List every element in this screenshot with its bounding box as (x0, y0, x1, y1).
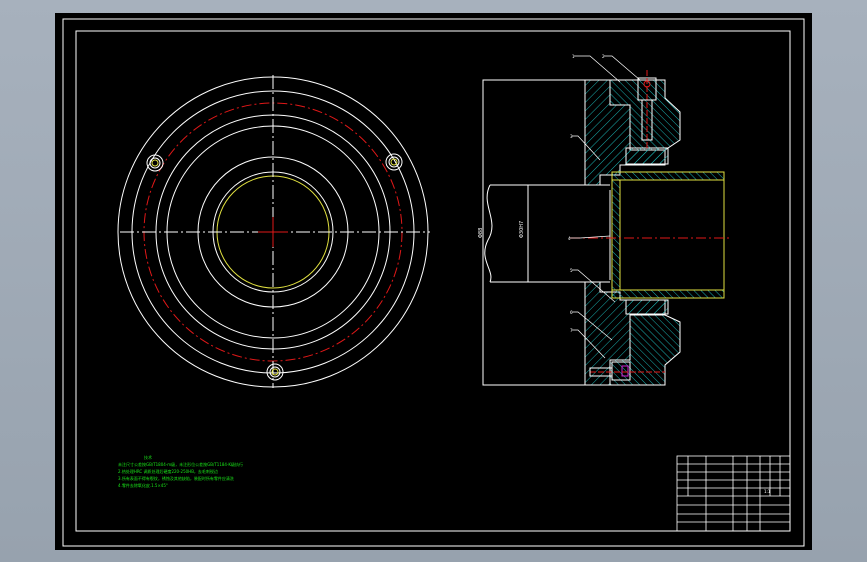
dimension-label-bore: Φ30H7 (519, 221, 525, 238)
note-line-1: 未注尺寸公差按GB/T1804-m级，未注形位公差按GB/T1184-K级执行 (118, 462, 244, 467)
key-block-bottom (625, 299, 669, 315)
bushing-hatch-left (611, 179, 621, 291)
note-line-4: 4.零件去除氧化皮.1.5×45° (118, 483, 168, 488)
note-line-3: 3.所有表面不得有裂纹，锈蚀及其他缺陷，装配时所有零件应清洗 (118, 476, 234, 481)
bushing-hatch-bottom (611, 289, 725, 299)
bushing-hatch-top (611, 171, 725, 181)
key-block-top (625, 147, 669, 165)
notes-title: 技术 (144, 455, 152, 460)
note-line-2: 2.热处理HRC 调质处理后硬度220-250HB，去毛刺锐边 (118, 469, 218, 474)
dimension-label-outer: Φ88 (478, 228, 484, 238)
title-block-scale: 1:1 (764, 489, 771, 494)
